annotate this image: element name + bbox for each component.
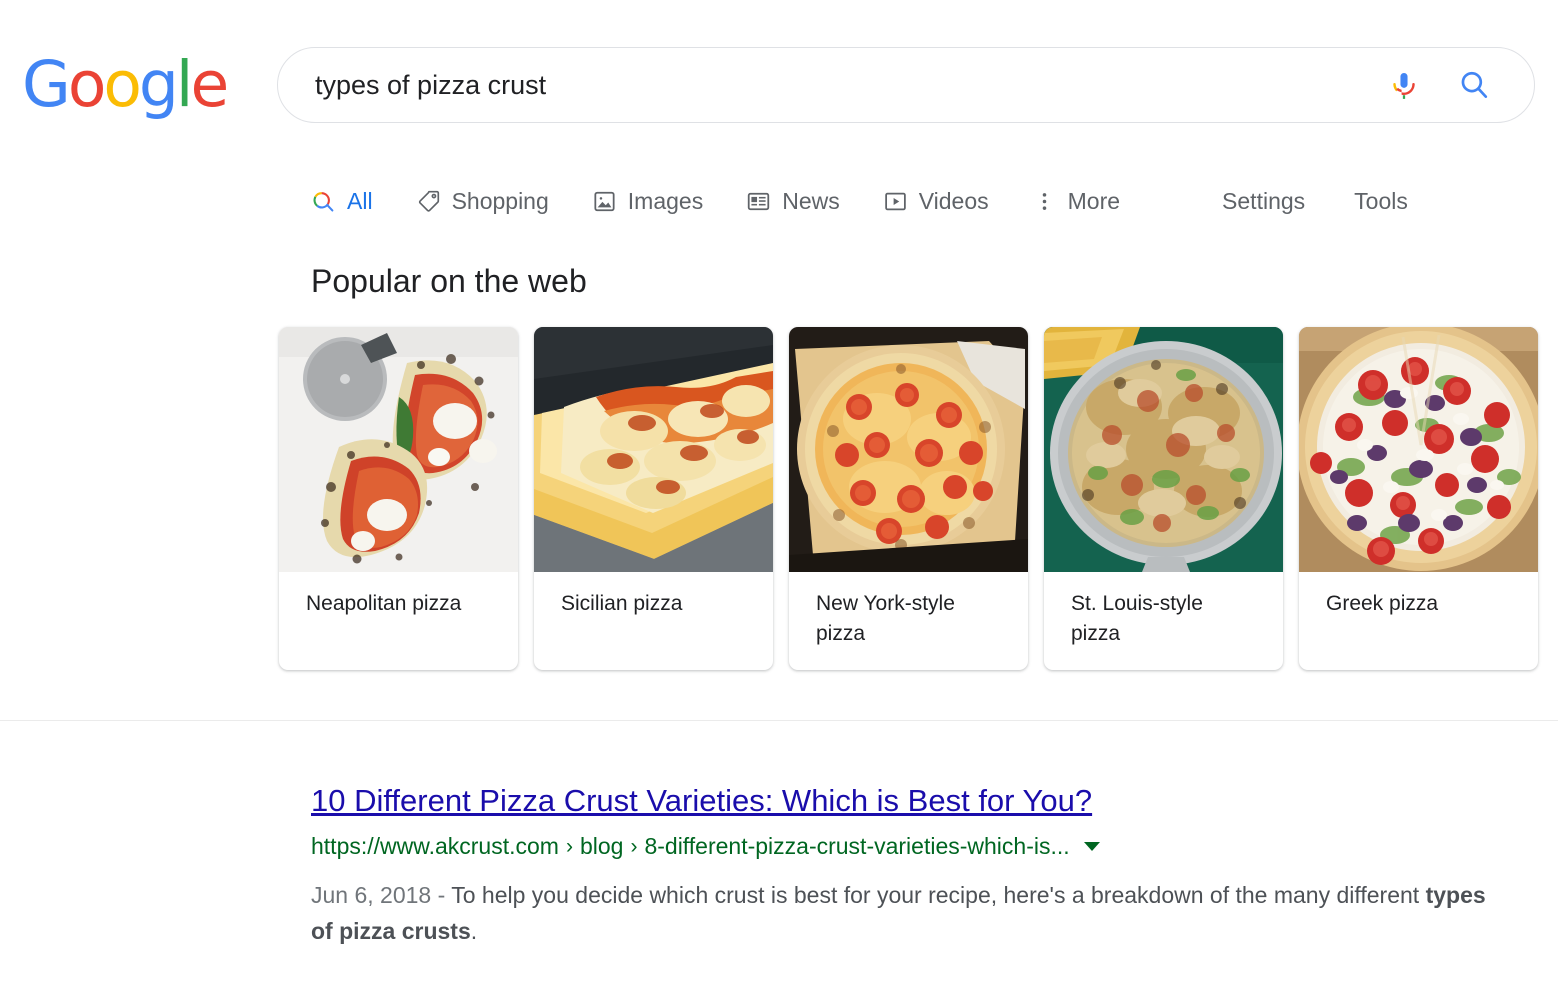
- popular-card[interactable]: St. Louis-style pizza: [1044, 327, 1283, 671]
- section-heading: Popular on the web: [311, 263, 587, 299]
- tab-shopping[interactable]: Shopping: [416, 189, 549, 214]
- chevron-down-icon[interactable]: [1083, 842, 1100, 852]
- card-image: [1299, 327, 1538, 573]
- card-label: St. Louis-style pizza: [1071, 592, 1203, 646]
- settings-button[interactable]: Settings: [1222, 188, 1305, 215]
- video-play-icon: [884, 192, 906, 210]
- search-header: Google: [0, 0, 1558, 160]
- logo-letter-e: e: [190, 48, 229, 121]
- breadcrumb-separator: ›: [565, 835, 573, 859]
- card-image: [279, 327, 518, 573]
- popular-card[interactable]: New York-style pizza: [789, 327, 1028, 671]
- image-icon: [594, 191, 615, 211]
- tab-label: Videos: [918, 187, 989, 214]
- breadcrumb-separator: ›: [630, 835, 638, 859]
- tab-label: Shopping: [451, 187, 549, 214]
- sicilian-pizza-photo: [534, 327, 773, 573]
- popular-card[interactable]: Sicilian pizza: [534, 327, 773, 671]
- tab-label: News: [782, 187, 840, 214]
- logo-letter-g1: G: [22, 48, 71, 121]
- search-tabs-bar: All Shopping Images News Videos More Set…: [0, 175, 1558, 227]
- result-url-crumb-1[interactable]: blog: [580, 832, 623, 862]
- snippet-text-part-1: To help you decide which crust is best f…: [451, 881, 1426, 908]
- microphone-icon[interactable]: [1387, 66, 1421, 104]
- search-box[interactable]: [277, 47, 1535, 123]
- popular-on-the-web-section: Popular on the web Neapolitan pizza Sici…: [0, 262, 1558, 671]
- news-article-icon: [748, 192, 770, 210]
- result-date: Jun 6, 2018 -: [311, 881, 452, 908]
- tab-news[interactable]: News: [746, 189, 840, 214]
- new-york-style-pizza-photo: [789, 327, 1028, 573]
- tab-more[interactable]: More: [1032, 189, 1120, 214]
- card-image: [789, 327, 1028, 573]
- card-label: Neapolitan pizza: [306, 592, 462, 616]
- tab-all[interactable]: All: [311, 189, 373, 214]
- tab-videos[interactable]: Videos: [883, 189, 989, 214]
- more-vertical-icon: [1042, 192, 1046, 210]
- search-submit-icon[interactable]: [1457, 66, 1491, 104]
- tab-images[interactable]: Images: [592, 189, 703, 214]
- result-url-domain[interactable]: https://www.akcrust.com: [311, 832, 559, 862]
- card-image: [534, 327, 773, 573]
- result-snippet: Jun 6, 2018 - To help you decide which c…: [311, 877, 1501, 950]
- search-box-actions: [1387, 66, 1534, 104]
- search-tabs: All Shopping Images News Videos More Set…: [311, 188, 1457, 215]
- card-label: New York-style pizza: [816, 592, 955, 646]
- popular-cards-carousel: Neapolitan pizza Sicilian pizza New York…: [279, 327, 1558, 671]
- card-image: [1044, 327, 1283, 573]
- popular-card[interactable]: Neapolitan pizza: [279, 327, 518, 671]
- greek-pizza-photo: [1299, 327, 1538, 573]
- popular-card[interactable]: Greek pizza: [1299, 327, 1538, 671]
- google-logo[interactable]: Google: [22, 53, 229, 116]
- result-url: https://www.akcrust.com › blog › 8-diffe…: [311, 832, 1501, 862]
- neapolitan-pizza-photo: [279, 327, 518, 573]
- logo-letter-o2: o: [103, 48, 142, 121]
- logo-letter-o1: o: [67, 48, 107, 121]
- result-title-link[interactable]: 10 Different Pizza Crust Varieties: Whic…: [311, 782, 1092, 821]
- tab-label: Images: [627, 187, 704, 214]
- price-tag-icon: [418, 190, 439, 212]
- search-tools-group: Settings Tools: [1222, 188, 1457, 215]
- result-url-crumb-2[interactable]: 8-different-pizza-crust-varieties-which-…: [644, 832, 1069, 862]
- card-label: Greek pizza: [1326, 592, 1439, 616]
- tab-label: More: [1067, 187, 1121, 214]
- search-result: 10 Different Pizza Crust Varieties: Whic…: [311, 782, 1501, 949]
- card-label: Sicilian pizza: [561, 592, 683, 616]
- tab-label: All: [347, 187, 373, 214]
- search-input[interactable]: [278, 65, 1387, 105]
- section-divider: [0, 720, 1558, 721]
- st-louis-style-pizza-photo: [1044, 327, 1283, 573]
- logo-letter-l: l: [175, 48, 193, 121]
- tools-button[interactable]: Tools: [1354, 188, 1408, 215]
- snippet-text-part-2: .: [470, 917, 478, 944]
- search-icon: [313, 191, 334, 212]
- logo-letter-g2: g: [138, 48, 179, 121]
